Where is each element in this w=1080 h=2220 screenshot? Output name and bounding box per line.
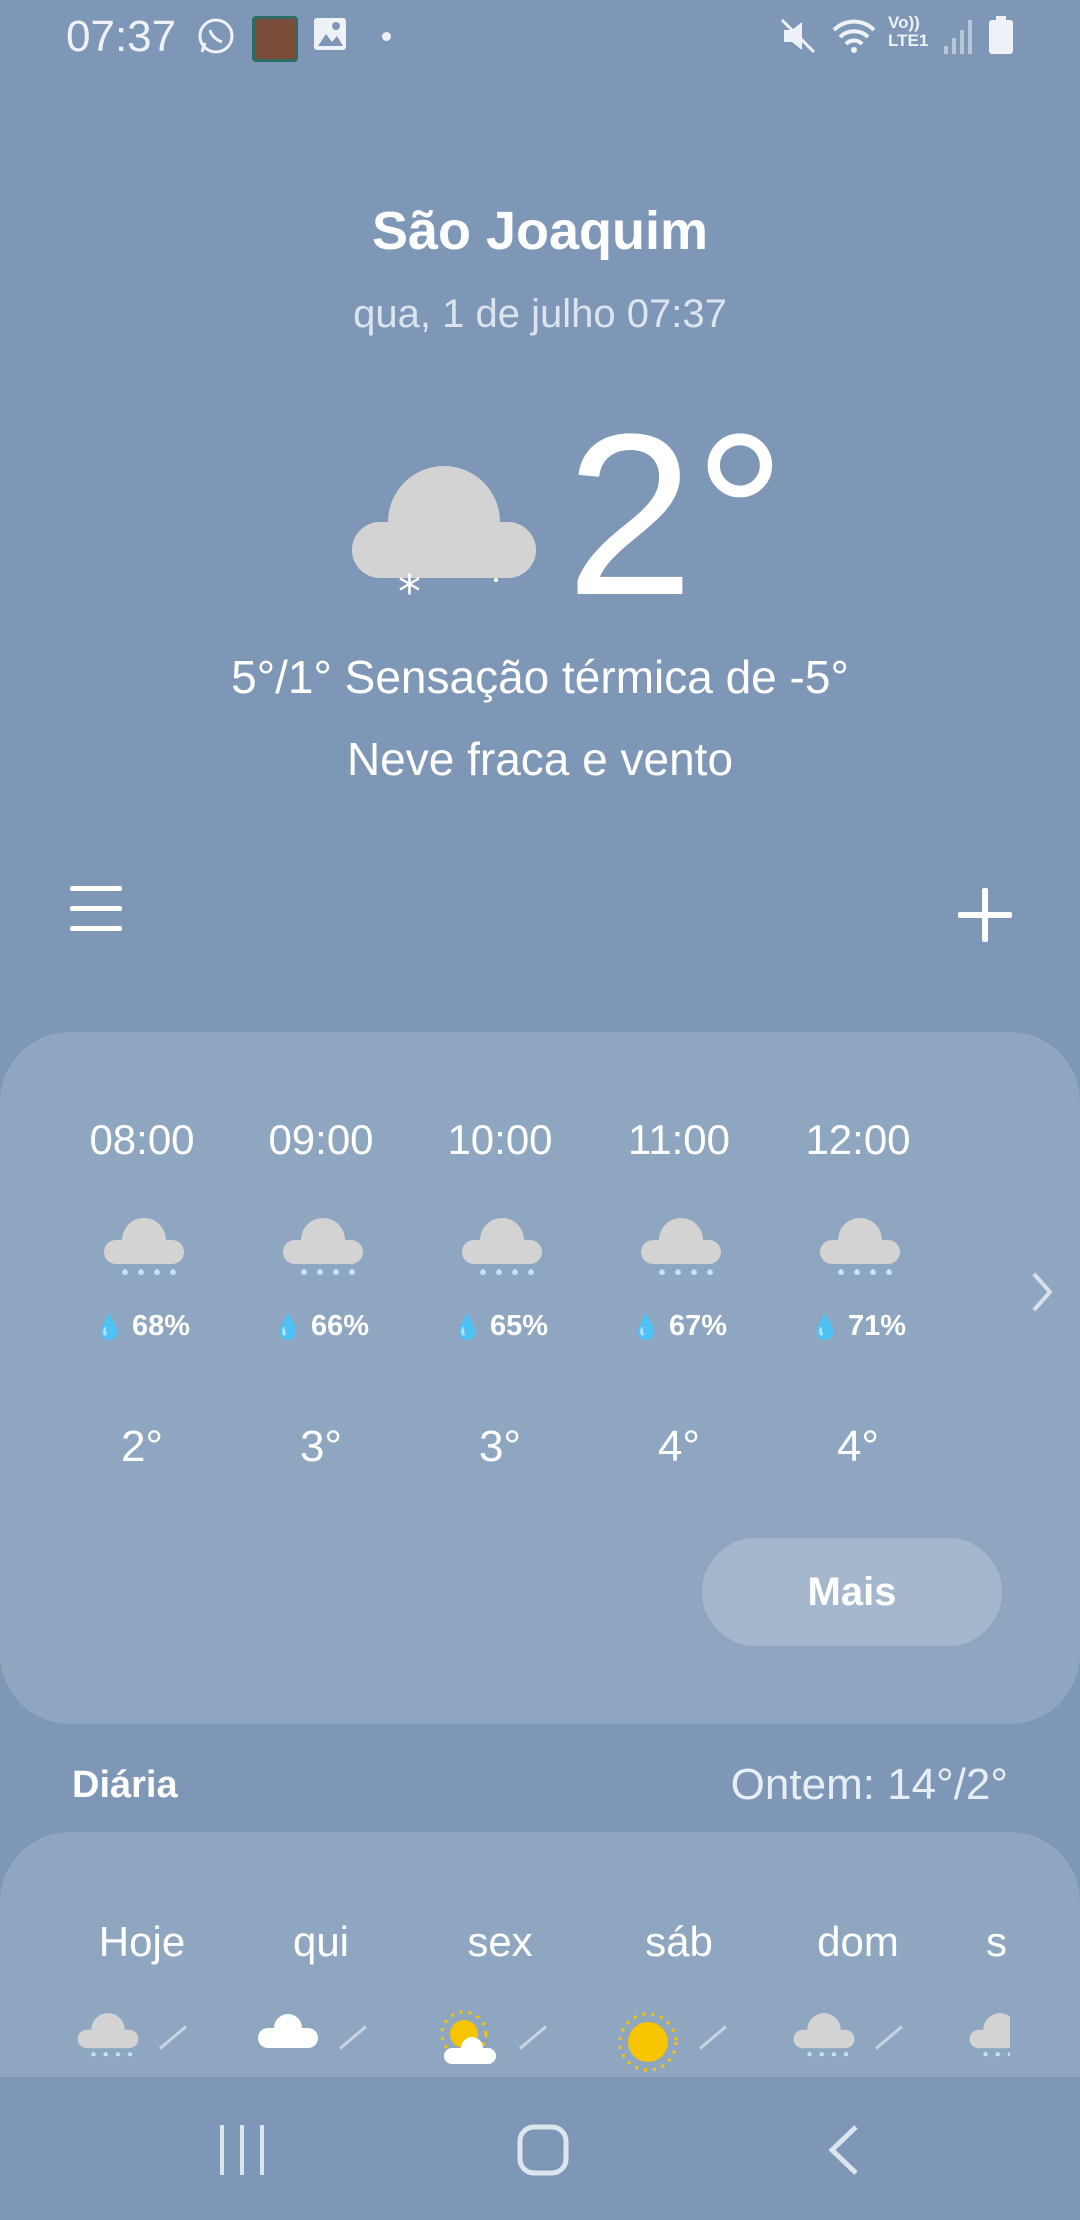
precipitation-value: 68% — [131, 1310, 190, 1342]
city-name: São Joaquim — [371, 201, 709, 261]
precipitation-chance: 💧 65% — [410, 1310, 590, 1343]
day-name: s — [986, 1918, 1007, 1965]
recent-apps-icon[interactable] — [216, 2123, 268, 2177]
rain-cloud-icon — [281, 1214, 365, 1289]
light-snow-cloud-icon: * — [352, 466, 536, 610]
whatsapp-icon — [198, 18, 234, 54]
more-button[interactable]: Mais — [702, 1538, 1002, 1646]
daily-forecast-card[interactable]: Hoje qui sex sáb dom s — [0, 1832, 1080, 2077]
temperature-range-line — [519, 2025, 547, 2050]
rain-cloud-icon — [76, 2010, 140, 2068]
temperature-range-line — [159, 2025, 187, 2050]
lte-label: LTE1 — [888, 31, 929, 50]
signal-icon — [944, 20, 972, 54]
precipitation-chance: 💧 68% — [52, 1310, 232, 1343]
hour-temperature: 4° — [657, 1422, 701, 1471]
rain-cloud-icon — [460, 1214, 544, 1289]
droplet-icon: 💧 — [810, 1314, 840, 1341]
sun-icon — [616, 2010, 680, 2077]
temperature-range-line — [339, 2025, 367, 2050]
rain-cloud-icon — [968, 2010, 1010, 2068]
current-temperature: 2° — [566, 386, 786, 643]
rain-cloud-icon — [792, 2010, 856, 2068]
hour-time: 10:00 — [447, 1116, 553, 1163]
avatar-icon — [252, 16, 298, 62]
hour-temperature: 2° — [120, 1422, 164, 1471]
droplet-icon: 💧 — [452, 1314, 482, 1341]
precipitation-chance: 💧 67% — [589, 1310, 769, 1343]
minmax-feels-like: 5°/1° Sensação térmica de -5° — [231, 651, 849, 703]
precipitation-value: 71% — [847, 1310, 906, 1342]
gallery-icon — [314, 18, 346, 50]
precipitation-value: 65% — [489, 1310, 548, 1342]
rain-cloud-icon — [102, 1214, 186, 1289]
weather-condition: Neve fraca e vento — [346, 733, 734, 785]
dot-icon — [382, 32, 391, 41]
temperature-range-line — [699, 2025, 727, 2050]
back-icon[interactable] — [826, 2123, 862, 2177]
droplet-icon: 💧 — [273, 1314, 303, 1341]
current-datetime: qua, 1 de julho 07:37 — [353, 292, 727, 336]
hour-time: 11:00 — [628, 1116, 730, 1163]
day-name: sex — [467, 1918, 533, 1965]
battery-icon — [989, 16, 1013, 54]
hour-time: 08:00 — [89, 1116, 195, 1163]
wifi-icon — [832, 19, 876, 53]
hour-temperature: 3° — [478, 1422, 522, 1471]
hour-time: 12:00 — [805, 1116, 911, 1163]
droplet-icon: 💧 — [94, 1314, 124, 1341]
daily-label: Diária — [72, 1764, 178, 1806]
home-icon[interactable] — [516, 2123, 570, 2177]
menu-button[interactable] — [70, 886, 122, 936]
precipitation-chance: 💧 71% — [768, 1310, 948, 1343]
precipitation-value: 66% — [310, 1310, 369, 1342]
mute-icon — [780, 18, 816, 54]
partly-sunny-icon — [436, 2010, 500, 2071]
hour-temperature: 4° — [836, 1422, 880, 1471]
yesterday-temps: Ontem: 14°/2° — [730, 1760, 1008, 1809]
svg-text:*: * — [398, 565, 421, 610]
day-name: dom — [817, 1918, 899, 1965]
hour-temperature: 3° — [299, 1422, 343, 1471]
rain-cloud-icon — [818, 1214, 902, 1289]
rain-cloud-icon — [639, 1214, 723, 1289]
temperature-range-line — [875, 2025, 903, 2050]
volte-label: Vo)) — [888, 13, 920, 32]
precipitation-value: 67% — [668, 1310, 727, 1342]
day-name: Hoje — [98, 1918, 186, 1965]
status-time: 07:37 — [66, 12, 177, 61]
day-name: qui — [292, 1918, 350, 1965]
day-name: sáb — [645, 1918, 713, 1965]
volte-icon: Vo)) LTE1 — [888, 14, 928, 50]
add-location-button[interactable] — [958, 888, 1012, 942]
chevron-right-icon[interactable] — [1030, 1270, 1054, 1314]
droplet-icon: 💧 — [631, 1314, 661, 1341]
precipitation-chance: 💧 66% — [231, 1310, 411, 1343]
navigation-bar — [0, 2077, 1080, 2220]
cloud-icon — [256, 2010, 320, 2055]
hour-time: 09:00 — [268, 1116, 374, 1163]
